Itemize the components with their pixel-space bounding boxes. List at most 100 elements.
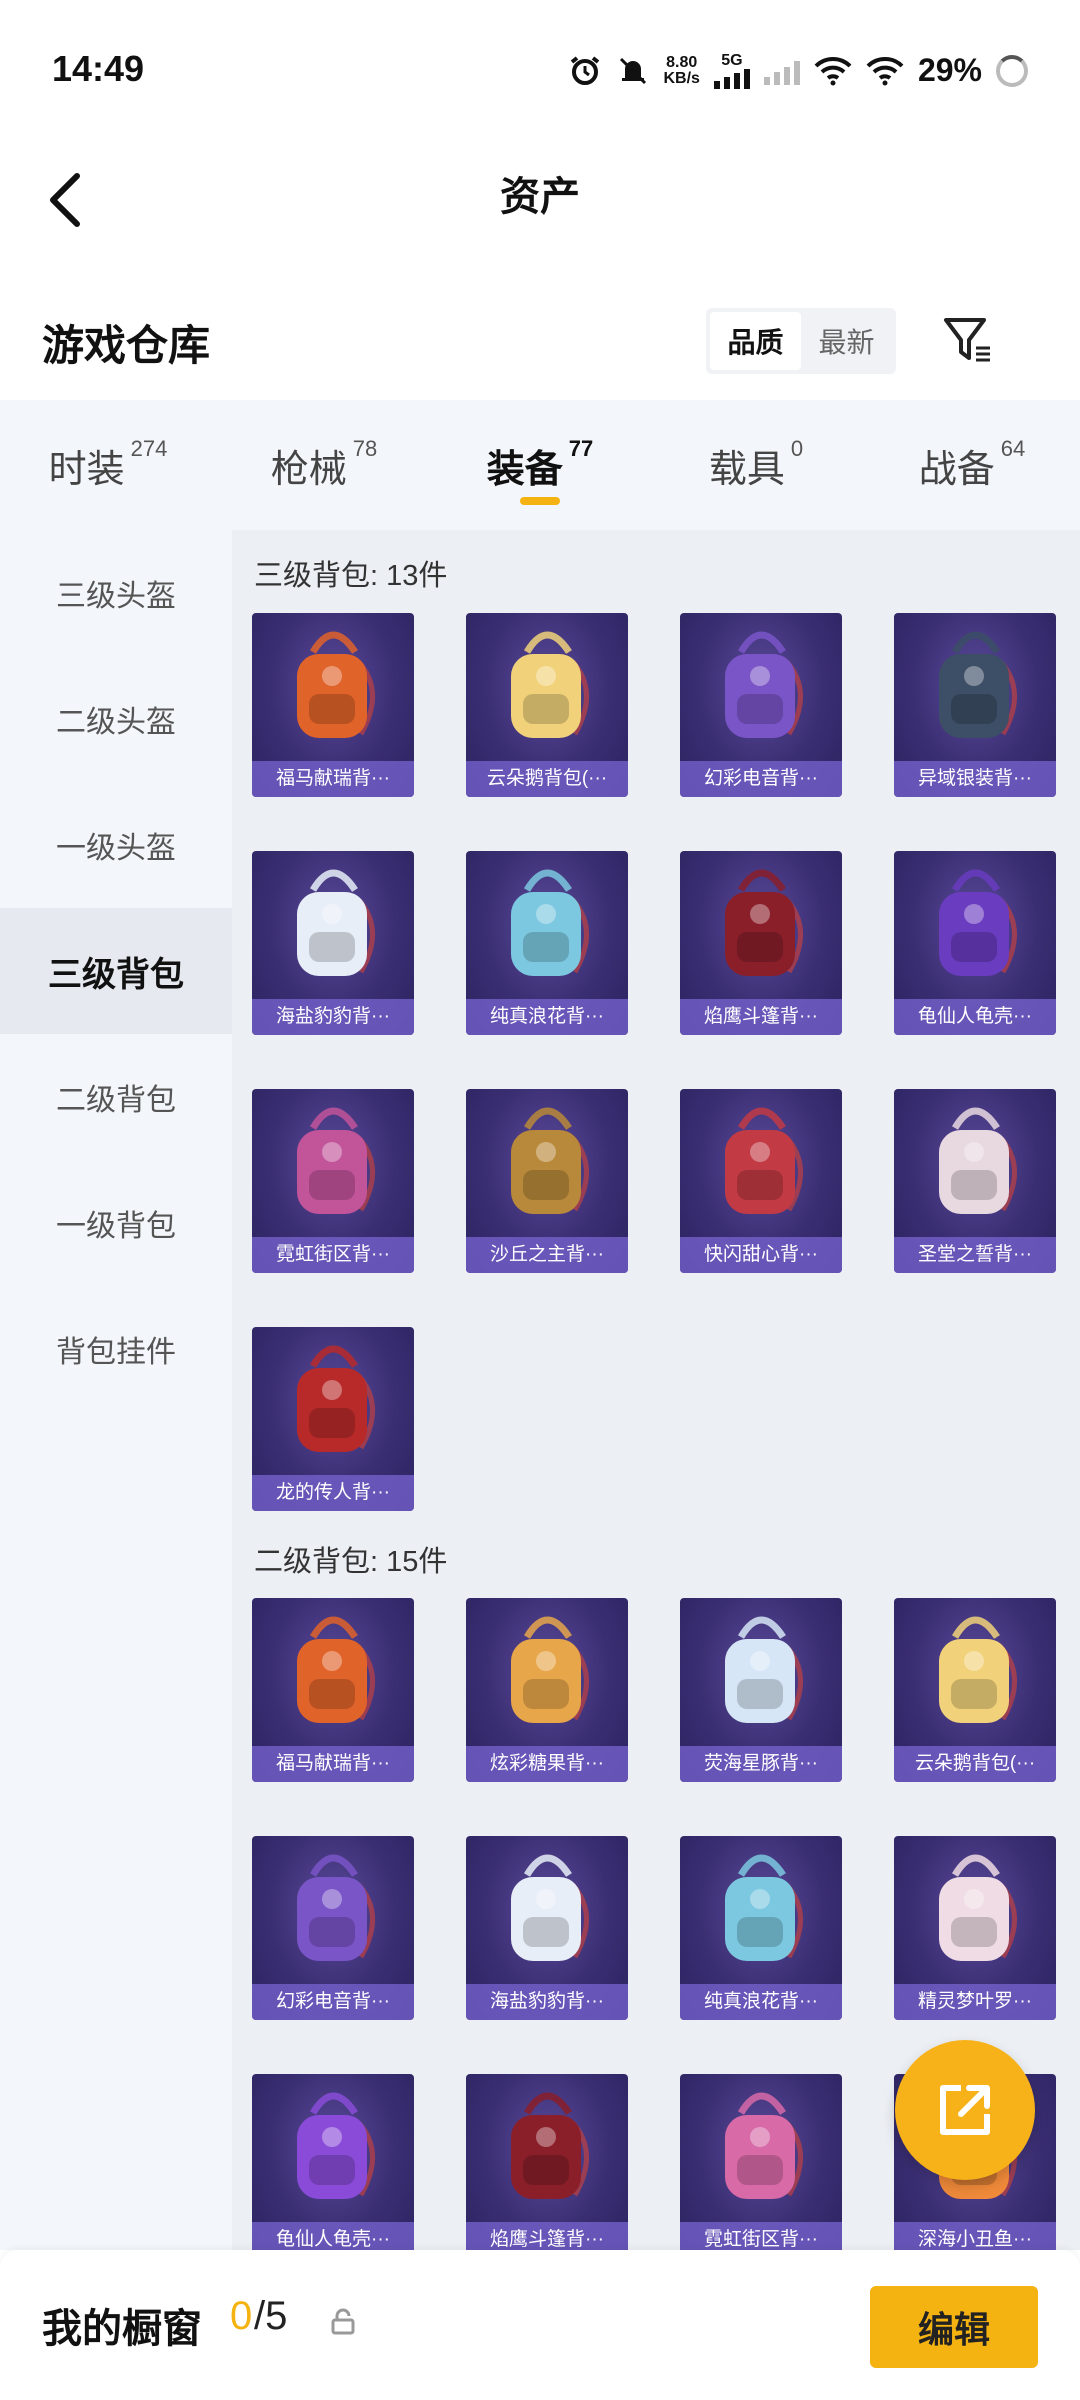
item-name: 异域银装背··· bbox=[894, 761, 1056, 797]
item-card[interactable]: 快闪甜心背··· bbox=[680, 1089, 842, 1273]
item-card[interactable]: 霓虹街区背··· bbox=[680, 2074, 842, 2250]
share-external-icon bbox=[940, 2085, 990, 2135]
item-card[interactable]: 幻彩电音背··· bbox=[252, 1836, 414, 2020]
section-title: 三级背包: 13件 bbox=[254, 560, 448, 592]
item-card[interactable]: 荧海星豚背··· bbox=[680, 1598, 842, 1782]
sidebar-item-helmet-lv1[interactable]: 一级头盔 bbox=[0, 782, 232, 908]
backpack-icon bbox=[466, 1089, 628, 1237]
sidebar-item-backpack-lv1[interactable]: 一级背包 bbox=[0, 1160, 232, 1286]
backpack-icon bbox=[466, 851, 628, 999]
tab-count: 64 bbox=[1000, 436, 1026, 461]
item-card[interactable]: 精灵梦叶罗··· bbox=[894, 1836, 1056, 2020]
showcase-bar: 我的橱窗 0 /5 编辑 bbox=[0, 2250, 1080, 2400]
tab-label: 时装 bbox=[48, 449, 125, 491]
page-title: 资产 bbox=[500, 175, 580, 219]
backpack-icon bbox=[252, 613, 414, 761]
backpack-icon bbox=[252, 2074, 414, 2222]
backpack-icon bbox=[680, 1836, 842, 1984]
item-card[interactable]: 福马献瑞背··· bbox=[252, 613, 414, 797]
item-card[interactable]: 幻彩电音背··· bbox=[680, 613, 842, 797]
backpack-icon bbox=[466, 1598, 628, 1746]
backpack-icon bbox=[680, 2074, 842, 2222]
item-name: 霓虹街区背··· bbox=[680, 2222, 842, 2250]
edit-button[interactable]: 编辑 bbox=[870, 2286, 1038, 2368]
active-tab-indicator bbox=[520, 497, 560, 505]
net-speed: 8.80 KB/s bbox=[663, 54, 700, 87]
item-card[interactable]: 沙丘之主背··· bbox=[466, 1089, 628, 1273]
item-name: 圣堂之誓背··· bbox=[894, 1237, 1056, 1273]
item-name: 云朵鹅背包(··· bbox=[466, 761, 628, 797]
wifi-secondary-icon bbox=[866, 56, 904, 85]
backpack-icon bbox=[252, 1327, 414, 1475]
backpack-icon bbox=[466, 613, 628, 761]
net-speed-unit: KB/s bbox=[663, 69, 700, 87]
item-card[interactable]: 纯真浪花背··· bbox=[680, 1836, 842, 2020]
backpack-icon bbox=[466, 1836, 628, 1984]
tab-equipment[interactable]: 装备 77 bbox=[432, 400, 648, 530]
item-card[interactable]: 异域银装背··· bbox=[894, 613, 1056, 797]
item-name: 荧海星豚背··· bbox=[680, 1746, 842, 1782]
sort-option-quality[interactable]: 品质 bbox=[710, 312, 801, 370]
item-card[interactable]: 云朵鹅背包(··· bbox=[894, 1598, 1056, 1782]
backpack-icon bbox=[252, 1089, 414, 1237]
showcase-total: /5 bbox=[254, 2294, 288, 2338]
item-card[interactable]: 焰鹰斗篷背··· bbox=[680, 851, 842, 1035]
item-name: 纯真浪花背··· bbox=[680, 1984, 842, 2020]
filter-icon bbox=[944, 318, 990, 362]
status-bar: 14:49 8.80 KB/s 5G 29% bbox=[0, 0, 1080, 140]
item-card[interactable]: 云朵鹅背包(··· bbox=[466, 613, 628, 797]
signal-bars-icon bbox=[713, 68, 750, 89]
tab-label: 装备 bbox=[486, 449, 563, 491]
item-name: 福马献瑞背··· bbox=[252, 761, 414, 797]
sidebar-item-helmet-lv3[interactable]: 三级头盔 bbox=[0, 530, 232, 656]
tab-label: 枪械 bbox=[270, 449, 347, 491]
item-name: 霓虹街区背··· bbox=[252, 1237, 414, 1273]
sort-option-newest[interactable]: 最新 bbox=[801, 312, 892, 370]
lock-icon bbox=[331, 2308, 355, 2335]
item-name: 福马献瑞背··· bbox=[252, 1746, 414, 1782]
item-card[interactable]: 龟仙人龟壳··· bbox=[252, 2074, 414, 2250]
item-card[interactable]: 龙的传人背··· bbox=[252, 1327, 414, 1511]
item-card[interactable]: 焰鹰斗篷背··· bbox=[466, 2074, 628, 2250]
tab-vehicles[interactable]: 载具 0 bbox=[648, 400, 864, 530]
sidebar-item-helmet-lv2[interactable]: 二级头盔 bbox=[0, 656, 232, 782]
item-card[interactable]: 海盐豹豹背··· bbox=[252, 851, 414, 1035]
backpack-icon bbox=[252, 1598, 414, 1746]
item-name: 幻彩电音背··· bbox=[252, 1984, 414, 2020]
tab-count: 78 bbox=[352, 436, 378, 461]
backpack-icon bbox=[894, 613, 1056, 761]
item-name: 海盐豹豹背··· bbox=[466, 1984, 628, 2020]
sidebar-item-backpack-charm[interactable]: 背包挂件 bbox=[0, 1286, 232, 1412]
subcategory-sidebar: 三级头盔 二级头盔 一级头盔 三级背包 二级背包 一级背包 背包挂件 bbox=[0, 530, 232, 2250]
alarm-icon bbox=[570, 55, 599, 85]
backpack-icon bbox=[680, 1598, 842, 1746]
tab-label: 战备 bbox=[918, 449, 995, 491]
backpack-icon bbox=[252, 1836, 414, 1984]
filter-button[interactable] bbox=[938, 310, 998, 370]
item-grid: 三级背包: 13件 二级背包: 15件 福马献瑞背··· 云朵鹅背包(··· 幻彩电… bbox=[232, 530, 1080, 2250]
item-card[interactable]: 圣堂之誓背··· bbox=[894, 1089, 1056, 1273]
item-name: 幻彩电音背··· bbox=[680, 761, 842, 797]
item-card[interactable]: 福马献瑞背··· bbox=[252, 1598, 414, 1782]
item-name: 海盐豹豹背··· bbox=[252, 999, 414, 1035]
showcase-label: 我的橱窗 bbox=[42, 2307, 202, 2351]
backpack-icon bbox=[252, 851, 414, 999]
item-card[interactable]: 海盐豹豹背··· bbox=[466, 1836, 628, 2020]
item-card[interactable]: 纯真浪花背··· bbox=[466, 851, 628, 1035]
item-name: 龙的传人背··· bbox=[252, 1475, 414, 1511]
sidebar-item-backpack-lv2[interactable]: 二级背包 bbox=[0, 1034, 232, 1160]
sidebar-item-backpack-lv3[interactable]: 三级背包 bbox=[0, 908, 232, 1034]
tab-label: 载具 bbox=[708, 449, 785, 491]
tab-count: 0 bbox=[790, 436, 804, 461]
showcase-used-count: 0 bbox=[230, 2294, 253, 2338]
tab-supplies[interactable]: 战备 64 bbox=[864, 400, 1080, 530]
tab-firearms[interactable]: 枪械 78 bbox=[216, 400, 432, 530]
backpack-icon bbox=[680, 1089, 842, 1237]
share-button[interactable] bbox=[895, 2040, 1035, 2180]
tab-fashion[interactable]: 时装 274 bbox=[0, 400, 216, 530]
item-card[interactable]: 炫彩糖果背··· bbox=[466, 1598, 628, 1782]
item-card[interactable]: 霓虹街区背··· bbox=[252, 1089, 414, 1273]
item-card[interactable]: 龟仙人龟壳··· bbox=[894, 851, 1056, 1035]
section-title: 二级背包: 15件 bbox=[254, 1546, 448, 1578]
cell-signal-5g: 5G bbox=[713, 52, 750, 89]
